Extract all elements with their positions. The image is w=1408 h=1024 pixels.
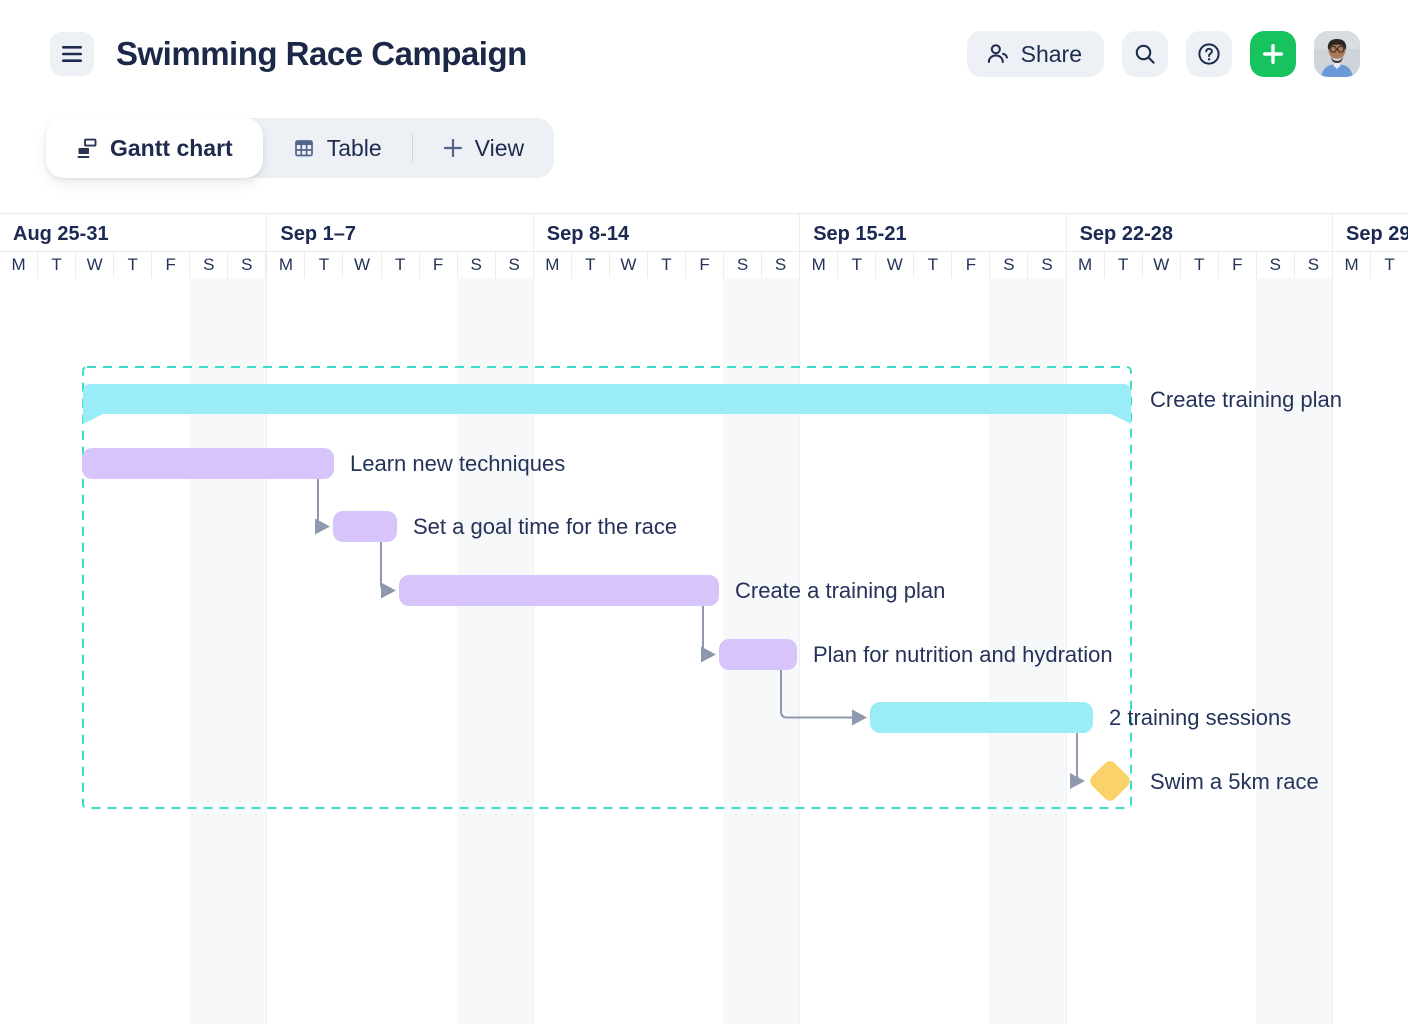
hamburger-icon (61, 45, 83, 63)
day-header-cell: S (228, 252, 266, 278)
day-header-cell: M (1067, 252, 1105, 278)
day-header-cell: F (952, 252, 990, 278)
app-window: Swimming Race Campaign Share (0, 0, 1408, 1024)
timeline-week: Sep 29MT (1332, 214, 1408, 278)
day-header-cell: S (724, 252, 762, 278)
add-button[interactable] (1250, 31, 1296, 77)
task-bar-learn-new-techniques[interactable] (82, 448, 334, 479)
day-header-cell: M (267, 252, 305, 278)
day-row: MTWTFSS (0, 252, 266, 278)
day-header-cell: F (420, 252, 458, 278)
plus-icon (1262, 43, 1284, 65)
day-header-cell: T (114, 252, 152, 278)
day-header-cell: T (305, 252, 343, 278)
day-row: MTWTFSS (534, 252, 799, 278)
tab-label: Table (327, 135, 382, 162)
page-title: Swimming Race Campaign (116, 35, 527, 73)
day-row: MTWTFSS (267, 252, 532, 278)
day-header-cell: S (762, 252, 800, 278)
day-header-cell: T (1371, 252, 1408, 278)
week-label: Aug 25-31 (0, 214, 266, 252)
menu-button[interactable] (50, 32, 94, 76)
day-header-cell: T (648, 252, 686, 278)
day-header-cell: F (686, 252, 724, 278)
tab-label: Gantt chart (110, 135, 233, 162)
day-row: MT (1333, 252, 1408, 278)
task-label: Create training plan (1150, 384, 1342, 415)
search-icon (1133, 42, 1157, 66)
day-header-cell: M (0, 252, 38, 278)
day-header-cell: W (76, 252, 114, 278)
day-header-cell: W (1143, 252, 1181, 278)
day-header-cell: M (1333, 252, 1371, 278)
tab-gantt-chart[interactable]: Gantt chart (46, 118, 263, 178)
topbar: Swimming Race Campaign Share (0, 0, 1408, 108)
week-label: Sep 8-14 (534, 214, 799, 252)
day-header-cell: F (152, 252, 190, 278)
table-icon (293, 137, 315, 159)
task-label: Create a training plan (735, 575, 945, 606)
week-label: Sep 29 (1333, 214, 1408, 252)
tab-table[interactable]: Table (263, 118, 412, 178)
day-header-cell: M (534, 252, 572, 278)
day-header-cell: T (38, 252, 76, 278)
timeline-week: Sep 22-28MTWTFSS (1066, 214, 1332, 278)
share-button[interactable]: Share (967, 31, 1104, 77)
day-header-cell: M (800, 252, 838, 278)
day-header-cell: S (190, 252, 228, 278)
day-header-cell: S (458, 252, 496, 278)
day-header-cell: W (343, 252, 381, 278)
day-header-cell: S (1028, 252, 1066, 278)
task-label: Set a goal time for the race (413, 511, 677, 542)
day-header-cell: W (876, 252, 914, 278)
timeline-week: Sep 8-14MTWTFSS (533, 214, 799, 278)
timeline-week: Sep 15-21MTWTFSS (799, 214, 1065, 278)
day-header-cell: T (1105, 252, 1143, 278)
day-header-cell: S (1295, 252, 1333, 278)
search-button[interactable] (1122, 31, 1168, 77)
day-header-cell: T (914, 252, 952, 278)
view-tabs: Gantt chart Table View (46, 118, 554, 178)
day-header-cell: T (838, 252, 876, 278)
day-header-cell: S (990, 252, 1028, 278)
day-header-cell: S (496, 252, 534, 278)
gantt-icon (76, 137, 98, 159)
day-row: MTWTFSS (1067, 252, 1332, 278)
week-label: Sep 1–7 (267, 214, 532, 252)
plus-icon (443, 138, 463, 158)
avatar-image (1314, 31, 1360, 77)
milestone-swim-5km-race[interactable] (1087, 758, 1132, 803)
summary-bar-create-training-plan[interactable] (83, 384, 1131, 424)
day-header-cell: W (610, 252, 648, 278)
task-label: Swim a 5km race (1150, 766, 1319, 797)
week-label: Sep 15-21 (800, 214, 1065, 252)
gantt-chart-canvas[interactable]: Create training plan Learn new techniques… (0, 278, 1408, 1024)
task-bar-set-goal-time[interactable] (333, 511, 397, 542)
user-avatar[interactable] (1314, 31, 1360, 77)
task-bar-training-sessions[interactable] (870, 702, 1093, 733)
timeline-week: Aug 25-31MTWTFSS (0, 214, 266, 278)
question-icon (1196, 41, 1222, 67)
day-row: MTWTFSS (800, 252, 1065, 278)
task-label: 2 training sessions (1109, 702, 1291, 733)
person-icon (985, 41, 1011, 67)
week-label: Sep 22-28 (1067, 214, 1332, 252)
task-label: Plan for nutrition and hydration (813, 639, 1113, 670)
help-button[interactable] (1186, 31, 1232, 77)
day-header-cell: T (572, 252, 610, 278)
day-header-cell: T (1181, 252, 1219, 278)
tab-label: View (475, 135, 524, 162)
task-label: Learn new techniques (350, 448, 565, 479)
topbar-actions: Share (967, 31, 1360, 77)
day-header-cell: T (382, 252, 420, 278)
task-bar-create-a-training-plan[interactable] (399, 575, 719, 606)
share-button-label: Share (1021, 41, 1082, 68)
task-bar-plan-nutrition[interactable] (719, 639, 797, 670)
timeline-header: Aug 25-31MTWTFSSSep 1–7MTWTFSSSep 8-14MT… (0, 213, 1408, 278)
timeline-week: Sep 1–7MTWTFSS (266, 214, 532, 278)
day-header-cell: F (1219, 252, 1257, 278)
tab-add-view[interactable]: View (413, 118, 554, 178)
day-header-cell: S (1257, 252, 1295, 278)
